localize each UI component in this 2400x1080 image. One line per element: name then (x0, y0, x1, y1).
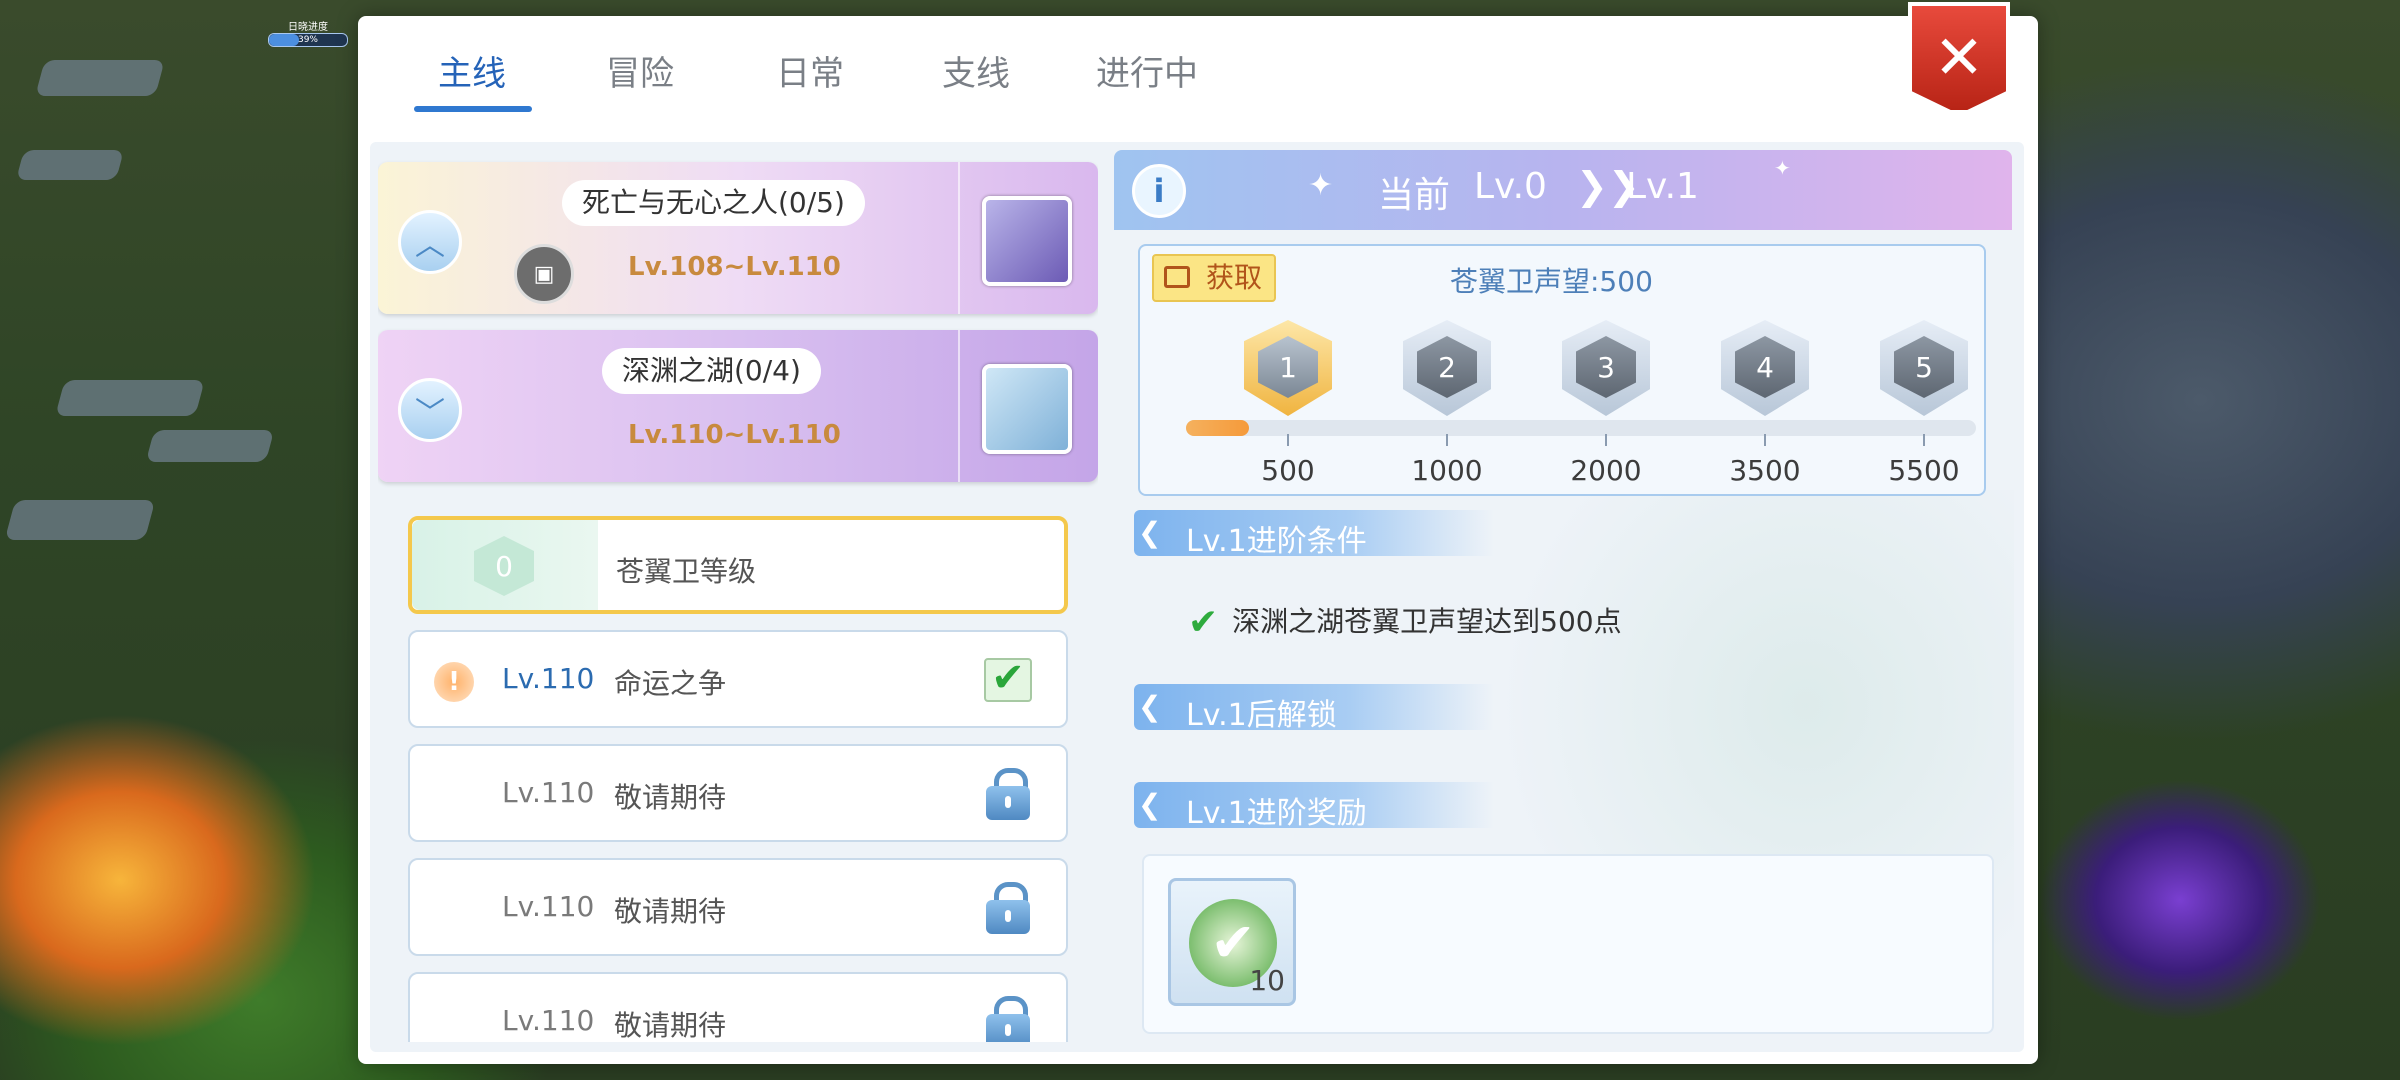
rank-hex-icon: 0 (474, 536, 534, 596)
chevron-up-icon[interactable]: ︿ (398, 210, 462, 274)
quest-item[interactable]: Lv.110 敬请期待 (408, 744, 1068, 842)
chapter-boss-thumbnail (982, 364, 1072, 454)
tab-adventure[interactable]: 冒险 (606, 46, 674, 95)
quest-name: 苍翼卫等级 (616, 555, 757, 588)
stone-path (55, 380, 205, 416)
chapter-title: 死亡与无心之人(0/5) (562, 180, 865, 226)
condition-item: ✔ 深渊之湖苍翼卫声望达到500点 (1188, 602, 1622, 643)
active-tab-indicator (414, 106, 532, 112)
next-level: Lv.1 (1626, 166, 1699, 207)
milestone-tick (1764, 434, 1766, 446)
checkmark-icon: ✔ (984, 658, 1032, 702)
milestone-value: 500 (1261, 454, 1315, 487)
reputation-progress-fill (1186, 420, 1250, 436)
quest-name: 敬请期待 (614, 781, 727, 814)
chevron-down-icon[interactable]: ﹀ (398, 378, 462, 442)
milestone-value: 1000 (1411, 454, 1483, 487)
section-header-reward: ❮ Lv.1进阶奖励 (1134, 782, 1494, 831)
milestone-tick (1287, 434, 1289, 446)
chapter-card[interactable]: ︿ 死亡与无心之人(0/5) ▣ Lv.108~Lv.110 (378, 162, 1098, 314)
quest-level: Lv.110 (502, 776, 595, 809)
quest-name: 敬请期待 (614, 1009, 727, 1042)
reputation-progress-bar (1186, 420, 1976, 436)
lock-icon (986, 882, 1030, 934)
quest-item[interactable]: ! Lv.110 命运之争 ✔ (408, 630, 1068, 728)
reputation-value: 苍翼卫声望:500 (1450, 265, 1653, 298)
chevron-left-icon: ❮ (1138, 788, 1162, 821)
quest-level: Lv.110 (502, 662, 595, 695)
reward-item[interactable]: ✔ 10 (1168, 878, 1296, 1006)
milestone-value: 3500 (1729, 454, 1801, 487)
info-icon[interactable]: i (1132, 164, 1186, 218)
chapter-level-range: Lv.108~Lv.110 (628, 252, 841, 282)
rank-node[interactable]: 5 (1880, 320, 1968, 416)
quest-item[interactable]: 0 苍翼卫等级 (408, 516, 1068, 614)
sparkle-icon: ✦ (1308, 168, 1334, 203)
reward-quantity: 10 (1249, 964, 1285, 997)
rank-header: i ✦ ✦ 当前 Lv.0 ❯❯ Lv.1 (1114, 150, 2012, 230)
divider (958, 162, 960, 314)
quest-item[interactable]: Lv.110 敬请期待 (408, 858, 1068, 956)
rank-badge: 0 (412, 520, 598, 610)
current-level: Lv.0 (1474, 166, 1547, 207)
milestone-value: 2000 (1570, 454, 1642, 487)
section-header-condition: ❮ Lv.1进阶条件 (1134, 510, 1494, 559)
close-icon: ✕ (1933, 23, 1985, 93)
quest-name: 命运之争 (614, 667, 727, 700)
reward-list: ✔ 10 (1142, 854, 1994, 1034)
hud-percent: 39% (297, 35, 318, 45)
stone-path (4, 500, 156, 540)
reputation-progress: 获取 苍翼卫声望:500 1 2 3 4 5 500 1000 2000 350… (1138, 244, 1986, 496)
tab-in-progress[interactable]: 进行中 (1096, 46, 1198, 95)
stone-path (145, 430, 275, 462)
chapter-list[interactable]: ︿ 死亡与无心之人(0/5) ▣ Lv.108~Lv.110 ﹀ 深渊之湖(0/… (378, 152, 1098, 1042)
quest-level: Lv.110 (502, 1004, 595, 1037)
milestone-tick (1446, 434, 1448, 446)
rank-detail: i ✦ ✦ 当前 Lv.0 ❯❯ Lv.1 获取 苍翼卫声望:500 1 2 3… (1114, 150, 2014, 1044)
exclamation-icon: ! (434, 662, 474, 702)
rank-node[interactable]: 4 (1721, 320, 1809, 416)
quest-level: Lv.110 (502, 890, 595, 923)
milestone-tick (1923, 434, 1925, 446)
hud-progress-bar: 39% (268, 33, 348, 47)
ticket-icon (1164, 266, 1190, 288)
chapter-level-range: Lv.110~Lv.110 (628, 420, 841, 450)
checkmark-icon: ✔ (1188, 602, 1219, 643)
tab-side[interactable]: 支线 (942, 46, 1010, 95)
tab-main[interactable]: 主线 (438, 46, 506, 95)
image-gallery-icon[interactable]: ▣ (514, 244, 574, 304)
current-label: 当前 (1378, 175, 1451, 216)
tab-daily[interactable]: 日常 (776, 46, 844, 95)
chevron-left-icon: ❮ (1138, 516, 1162, 549)
chapter-card[interactable]: ﹀ 深渊之湖(0/4) Lv.110~Lv.110 (378, 330, 1098, 482)
chapter-title: 深渊之湖(0/4) (602, 348, 821, 394)
panel-content: ︿ 死亡与无心之人(0/5) ▣ Lv.108~Lv.110 ﹀ 深渊之湖(0/… (370, 142, 2024, 1052)
quest-name: 敬请期待 (614, 895, 727, 928)
rank-node[interactable]: 2 (1403, 320, 1491, 416)
hud-label: 日晓进度 (288, 22, 328, 33)
tab-bar: 主线 冒险 日常 支线 进行中 (358, 16, 1858, 146)
rank-node[interactable]: 1 (1244, 320, 1332, 416)
get-reputation-button[interactable]: 获取 (1152, 254, 1276, 302)
sparkle-icon: ✦ (1774, 156, 1791, 180)
milestone-tick (1605, 434, 1607, 446)
chapter-boss-thumbnail (982, 196, 1072, 286)
lock-icon (986, 996, 1030, 1042)
divider (958, 330, 960, 482)
milestone-value: 5500 (1888, 454, 1960, 487)
stone-path (35, 60, 165, 96)
stone-path (15, 150, 125, 180)
close-button[interactable]: ✕ (1908, 2, 2010, 114)
section-header-unlock: ❮ Lv.1后解锁 (1134, 684, 1494, 733)
lock-icon (986, 768, 1030, 820)
chevron-left-icon: ❮ (1138, 690, 1162, 723)
quest-panel: 主线 冒险 日常 支线 进行中 ✕ ︿ 死亡与无心之人(0/5) ▣ Lv.10… (358, 2, 2038, 1064)
daily-progress-hud: 日晓进度 39% (268, 18, 348, 47)
rank-node[interactable]: 3 (1562, 320, 1650, 416)
quest-item[interactable]: Lv.110 敬请期待 (408, 972, 1068, 1042)
